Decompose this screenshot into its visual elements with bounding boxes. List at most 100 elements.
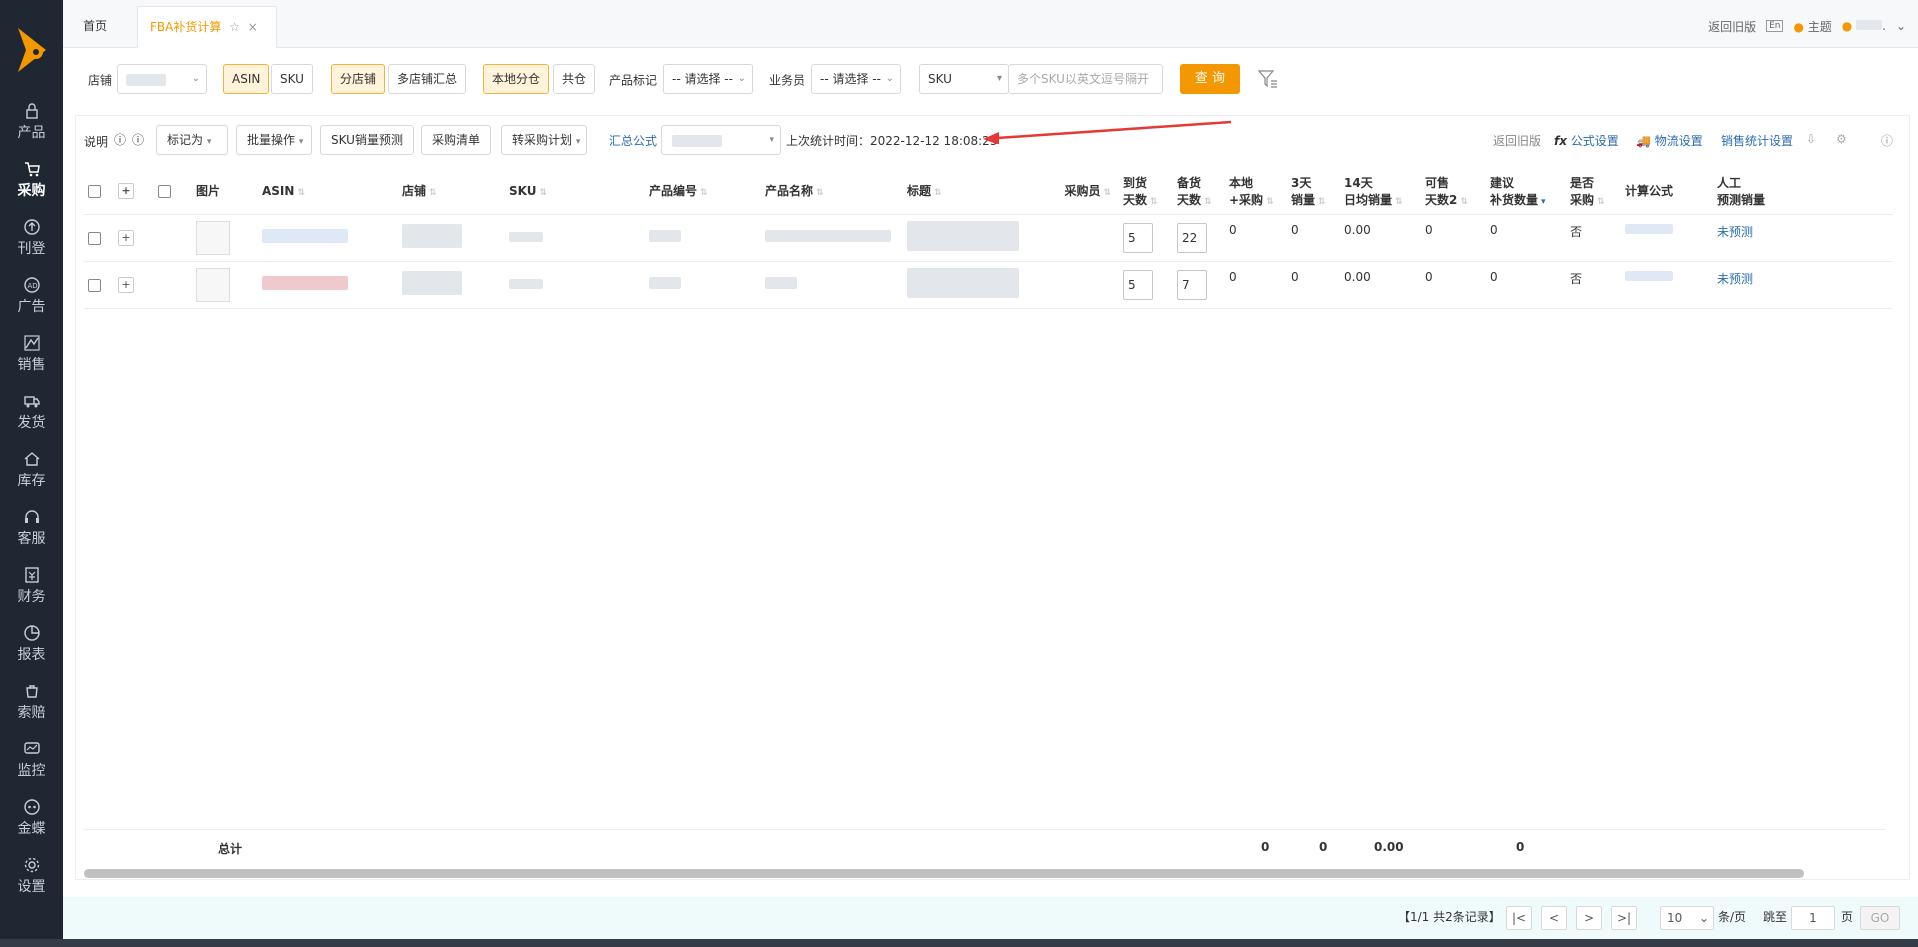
logistics-settings-link[interactable]: 🚚 物流设置 (1636, 132, 1703, 149)
sku-forecast-button[interactable]: SKU销量预测 (320, 125, 414, 155)
mark-as-dropdown[interactable]: 标记为 ▾ (156, 125, 228, 155)
manual-forecast-link[interactable]: 未预测 (1713, 214, 1893, 262)
buyer-select[interactable]: -- 请选择 -- ⌄ (811, 64, 901, 94)
sort-icon[interactable]: ⇅ (934, 188, 942, 198)
col-sku[interactable]: SKU ⇅ (505, 168, 645, 215)
asin-toggle[interactable]: ASIN (223, 64, 270, 94)
col-product-name[interactable]: 产品名称 ⇅ (761, 168, 903, 215)
manual-forecast-link[interactable]: 未预测 (1713, 261, 1893, 309)
sidebar-item-1[interactable]: 采购 (0, 156, 63, 214)
sidebar-item-3[interactable]: AD 广告 (0, 272, 63, 330)
old-version-link[interactable]: 返回旧版 (1708, 18, 1756, 35)
old-version-link[interactable]: 返回旧版 (1493, 132, 1541, 149)
col-arrival-days[interactable]: 到货 天数 ⇅ (1119, 168, 1173, 215)
sidebar-item-2[interactable]: 刊登 (0, 214, 63, 272)
prev-page-button[interactable]: < (1541, 906, 1567, 930)
expand-row-button[interactable]: + (114, 261, 154, 309)
asin-cell[interactable] (258, 261, 398, 309)
col-sales-3d[interactable]: 3天 销量 ⇅ (1287, 168, 1340, 215)
formula-settings-link[interactable]: fx 公式设置 (1554, 132, 1619, 149)
shared-warehouse-toggle[interactable]: 共仓 (553, 64, 596, 94)
col-buyer[interactable]: 采购员 ⇅ (1043, 168, 1119, 215)
col-local-purchase[interactable]: 本地 +采购 ⇅ (1225, 168, 1287, 215)
language-icon[interactable]: En (1766, 20, 1784, 32)
sidebar-item-12[interactable]: 金蝶 (0, 794, 63, 852)
sort-icon[interactable]: ⇅ (700, 188, 708, 198)
sidebar-item-7[interactable]: 客服 (0, 504, 63, 562)
split-shop-toggle[interactable]: 分店铺 (331, 64, 386, 94)
arrival-days-input[interactable]: 5 (1119, 214, 1173, 262)
summary-formula-select[interactable]: ▾ (661, 125, 781, 155)
download-icon[interactable]: ⇩ (1806, 132, 1816, 146)
col-stock-days[interactable]: 备货 天数 ⇅ (1173, 168, 1225, 215)
chevron-down-icon[interactable]: ⌄ (1896, 19, 1906, 33)
sort-icon[interactable]: ⇅ (816, 188, 824, 198)
row-checkbox[interactable] (84, 214, 114, 262)
search-type-select[interactable]: SKU ▾ (919, 64, 1009, 94)
help-icon[interactable]: ⓘ (1881, 132, 1893, 149)
local-split-toggle[interactable]: 本地分仓 (483, 64, 550, 94)
goto-page-input[interactable]: 1 (1791, 906, 1835, 930)
stock-days-input[interactable]: 7 (1173, 261, 1225, 309)
product-tag-select[interactable]: -- 请选择 -- ⌄ (663, 64, 753, 94)
col-shop[interactable]: 店铺 ⇅ (398, 168, 505, 215)
arrival-days-input[interactable]: 5 (1119, 261, 1173, 309)
help-icon[interactable]: ⓘ (114, 131, 126, 148)
first-page-button[interactable]: |< (1506, 906, 1532, 930)
col-title[interactable]: 标题 ⇅ (903, 168, 1043, 215)
last-page-button[interactable]: >| (1611, 906, 1637, 930)
app-logo-icon[interactable] (14, 26, 50, 76)
multi-shop-toggle[interactable]: 多店铺汇总 (388, 64, 467, 94)
select-all-checkbox-2[interactable] (154, 168, 192, 215)
sort-icon[interactable]: ⇅ (429, 188, 437, 198)
col-is-purchase[interactable]: 是否 采购 ⇅ (1566, 168, 1621, 215)
tab-fba-replenish[interactable]: FBA补货计算 ☆ × (137, 6, 277, 48)
expand-row-button[interactable]: + (114, 214, 154, 262)
theme-button[interactable]: ● 主题 (1793, 18, 1831, 35)
purchase-list-button[interactable]: 采购清单 (421, 125, 492, 155)
product-image[interactable] (192, 214, 258, 262)
table-row[interactable]: +5 7 0 0 0.00 0 0 否未预测 (84, 261, 1893, 309)
tab-home[interactable]: 首页 (71, 6, 119, 48)
sidebar-item-0[interactable]: 产品 (0, 98, 63, 156)
expand-all-button[interactable]: + (114, 168, 154, 215)
horizontal-scrollbar[interactable] (84, 869, 1804, 878)
sort-icon[interactable]: ⇅ (1103, 188, 1111, 198)
asin-cell[interactable] (258, 214, 398, 262)
page-size-select[interactable]: 10 ⌄ (1660, 906, 1714, 930)
select-all-checkbox[interactable] (84, 168, 114, 215)
col-sellable-days[interactable]: 可售 天数2 ⇅ (1421, 168, 1486, 215)
sales-stat-settings-link[interactable]: 销售统计设置 (1721, 132, 1793, 149)
stock-days-input[interactable]: 22 (1173, 214, 1225, 262)
sort-icon[interactable]: ⇅ (539, 188, 547, 198)
sidebar-item-8[interactable]: 财务 (0, 562, 63, 620)
sort-icon[interactable]: ⇅ (297, 188, 305, 198)
to-purchase-plan-dropdown[interactable]: 转采购计划 ▾ (501, 125, 587, 155)
table-row[interactable]: +5 22 0 0 0.00 0 0 否未预测 (84, 214, 1893, 262)
col-avg-14d[interactable]: 14天 日均销量 ⇅ (1340, 168, 1421, 215)
help-icon[interactable]: ⓘ (132, 131, 144, 148)
shop-select[interactable]: ⌄ (117, 64, 207, 94)
col-suggest-qty[interactable]: 建议 补货数量 ▾ (1486, 168, 1566, 215)
query-button[interactable]: 查 询 (1180, 64, 1240, 94)
product-image[interactable] (192, 261, 258, 309)
sidebar-item-13[interactable]: 设置 (0, 852, 63, 910)
row-checkbox[interactable] (84, 261, 114, 309)
go-button[interactable]: GO (1860, 906, 1900, 930)
col-asin[interactable]: ASIN ⇅ (258, 168, 398, 215)
sku-toggle[interactable]: SKU (271, 64, 313, 94)
sidebar-item-9[interactable]: 报表 (0, 620, 63, 678)
user-menu[interactable]: ● . (1842, 19, 1886, 33)
batch-ops-dropdown[interactable]: 批量操作 ▾ (236, 125, 312, 155)
sidebar-item-6[interactable]: 库存 (0, 446, 63, 504)
sidebar-item-11[interactable]: 监控 (0, 736, 63, 794)
sidebar-item-4[interactable]: 销售 (0, 330, 63, 388)
filter-icon[interactable] (1257, 68, 1279, 90)
next-page-button[interactable]: > (1576, 906, 1602, 930)
sidebar-item-5[interactable]: 发货 (0, 388, 63, 446)
sku-search-input[interactable]: 多个SKU以英文逗号隔开 (1008, 64, 1163, 94)
close-icon[interactable]: × (248, 20, 258, 34)
col-product-code[interactable]: 产品编号 ⇅ (645, 168, 761, 215)
column-settings-icon[interactable]: ⚙ (1836, 132, 1847, 146)
star-icon[interactable]: ☆ (229, 20, 240, 34)
